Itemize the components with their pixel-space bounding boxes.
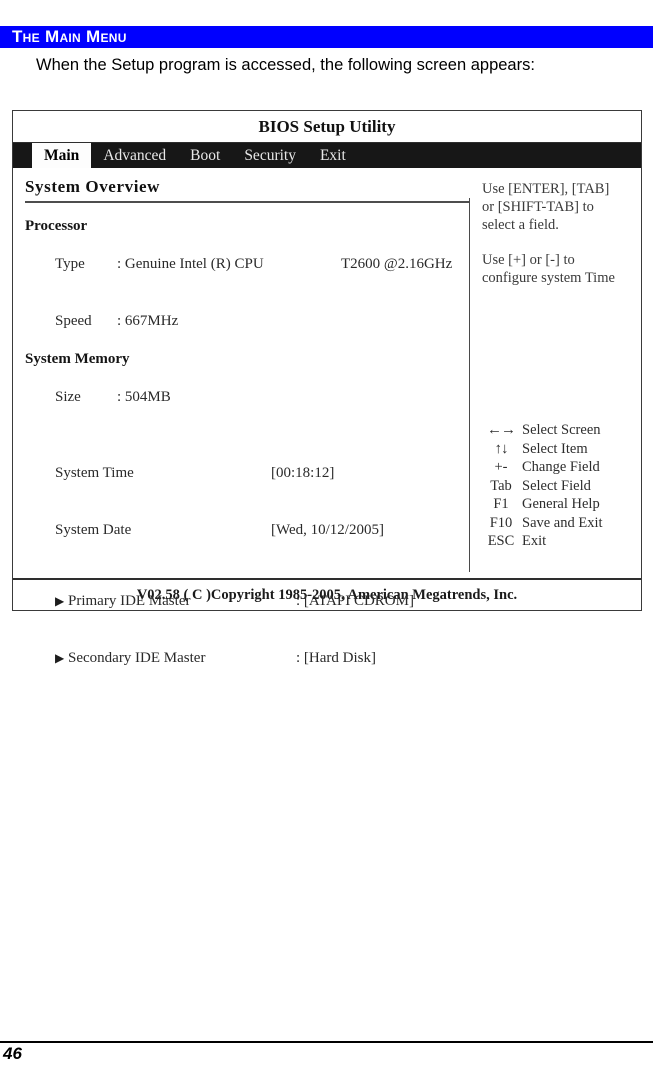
esc-key-label: ESC [487, 533, 515, 549]
system-overview-pane: System Overview Processor Type : Genuine … [13, 168, 469, 666]
processor-speed-value: : 667MHz [117, 313, 179, 329]
processor-model-value: T2600 @2.16GHz [341, 256, 453, 272]
help-line: configure system Time [482, 270, 615, 286]
system-time-row[interactable]: System Time [00:18:12] [25, 445, 469, 502]
key-legend-row-select-field: Tab Select Field [480, 477, 603, 496]
tab-key-label: Tab [490, 477, 512, 494]
key-legend: ←→ Select Screen ↑↓ Select Item +- Chang… [480, 421, 603, 551]
tab-exit[interactable]: Exit [308, 143, 358, 168]
bios-title: BIOS Setup Utility [13, 111, 641, 143]
plus-minus-key-label: +- [494, 459, 508, 475]
help-line: or [SHIFT-TAB] to [482, 199, 594, 215]
help-block-1: Use [ENTER], [TAB] or [SHIFT-TAB] to sel… [482, 180, 635, 234]
bios-menu-bar: Main Advanced Boot Security Exit [13, 143, 641, 168]
system-time-label: System Time [55, 465, 134, 481]
key-legend-desc: Exit [522, 533, 547, 549]
intro-paragraph: When the Setup program is accessed, the … [36, 56, 535, 74]
key-legend-desc: Select Item [522, 440, 588, 457]
page-footer-divider [0, 1041, 653, 1043]
primary-ide-master-row[interactable]: ▶ Primary IDE Master : [ATAPI CDROM] [25, 573, 469, 630]
memory-size-label: Size [55, 389, 81, 405]
memory-group-label: System Memory [25, 351, 130, 367]
memory-size-row: Size : 504MB [25, 369, 469, 426]
processor-type-row: Type : Genuine Intel (R) CPU T2600 @2.16GH… [25, 236, 469, 293]
system-date-row[interactable]: System Date [Wed, 10/12/2005] [25, 502, 469, 559]
processor-speed-label: Speed [55, 313, 92, 329]
secondary-ide-master-label: Secondary IDE Master [68, 650, 206, 666]
key-legend-desc: General Help [522, 496, 600, 512]
key-legend-row-exit: ESC Exit [480, 532, 603, 551]
tab-advanced[interactable]: Advanced [91, 143, 178, 168]
secondary-ide-master-row[interactable]: ▶ Secondary IDE Master : [Hard Disk] [25, 630, 469, 687]
processor-group-label: Processor [25, 218, 88, 234]
processor-type-label: Type [55, 256, 85, 272]
page-number: 46 [3, 1044, 22, 1063]
left-right-arrow-icon: ←→ [487, 422, 516, 438]
help-spacer [482, 234, 635, 251]
key-legend-row-change-field: +- Change Field [480, 458, 603, 477]
key-legend-desc: Select Screen [522, 422, 601, 438]
bios-setup-screen: BIOS Setup Utility Main Advanced Boot Se… [12, 110, 642, 666]
system-date-label: System Date [55, 522, 132, 538]
triangle-right-icon: ▶ [55, 594, 65, 608]
triangle-right-icon: ▶ [55, 651, 65, 665]
help-line: Use [+] or [-] to [482, 252, 575, 268]
processor-type-value: : Genuine Intel (R) CPU [117, 256, 264, 272]
secondary-ide-master-value[interactable]: : [Hard Disk] [296, 650, 376, 666]
help-block-2: Use [+] or [-] to configure system Time [482, 251, 635, 287]
system-date-value[interactable]: [Wed, 10/12/2005] [271, 522, 384, 538]
pane-heading: System Overview [25, 177, 161, 196]
key-legend-row-select-item: ↑↓ Select Item [480, 440, 603, 459]
f10-key-label: F10 [489, 514, 513, 531]
processor-speed-row: Speed : 667MHz [25, 293, 469, 350]
system-time-value[interactable]: [00:18:12] [271, 465, 334, 481]
key-legend-desc: Save and Exit [522, 514, 603, 531]
help-line: select a field. [482, 217, 559, 233]
f1-key-label: F1 [493, 496, 509, 512]
help-line: Use [ENTER], [TAB] [482, 181, 610, 197]
key-legend-row-save-and-exit: F10 Save and Exit [480, 514, 603, 533]
primary-ide-master-label: Primary IDE Master [68, 593, 191, 609]
tab-boot[interactable]: Boot [178, 143, 232, 168]
key-legend-desc: Select Field [522, 477, 591, 494]
key-legend-row-select-screen: ←→ Select Screen [480, 421, 603, 440]
tab-main[interactable]: Main [32, 143, 92, 168]
primary-ide-master-value[interactable]: : [ATAPI CDROM] [296, 593, 414, 609]
key-legend-row-general-help: F1 General Help [480, 495, 603, 514]
key-legend-desc: Change Field [522, 459, 600, 475]
memory-size-value: : 504MB [117, 389, 171, 405]
tab-security[interactable]: Security [232, 143, 308, 168]
heading-divider [25, 201, 469, 203]
help-pane: Use [ENTER], [TAB] or [SHIFT-TAB] to sel… [470, 168, 641, 578]
up-down-arrow-icon: ↑↓ [494, 440, 509, 457]
section-heading: The Main Menu [0, 26, 653, 48]
bios-body: System Overview Processor Type : Genuine … [13, 168, 641, 666]
